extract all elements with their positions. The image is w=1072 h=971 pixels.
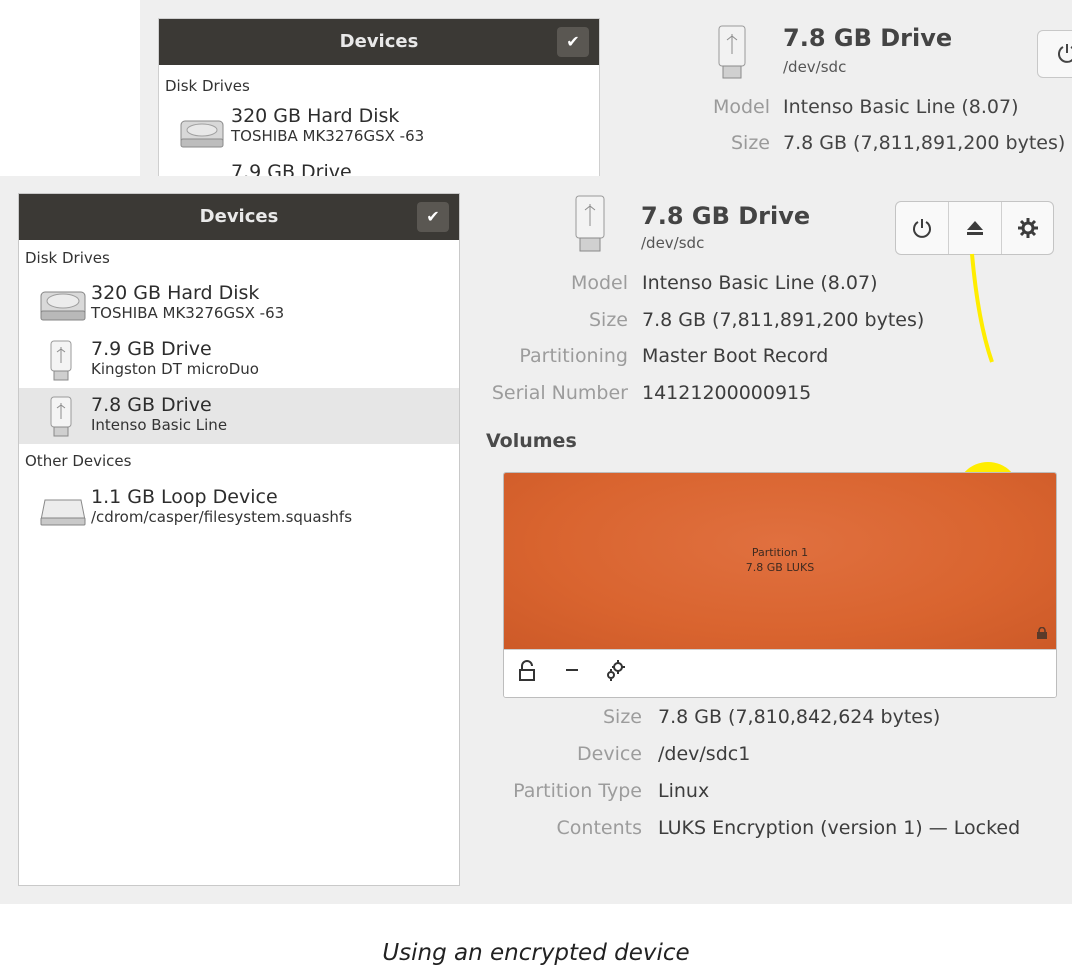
select-mode-button[interactable]: ✔ (417, 202, 449, 232)
model-value: Intenso Basic Line (8.07) (642, 272, 878, 294)
partition-type-label: Partition Type (513, 780, 642, 802)
bg-hard-disk-icon (179, 117, 225, 155)
drive-action-buttons (895, 201, 1054, 255)
device-item-hard-disk[interactable]: 320 GB Hard Disk TOSHIBA MK3276GSX -63 (19, 276, 459, 332)
serial-number-label: Serial Number (491, 382, 628, 404)
sidebar-title: Devices (199, 206, 279, 227)
disks-window: Devices ✔ Disk Drives 320 GB Hard Disk T… (0, 176, 1072, 904)
loop-device-icon (39, 488, 87, 532)
check-icon: ✔ (426, 207, 440, 226)
power-icon (913, 219, 931, 238)
eject-button[interactable] (949, 202, 1001, 254)
bg-model-label: Model (712, 96, 770, 118)
minus-icon (566, 669, 578, 671)
drive-settings-button[interactable] (1002, 202, 1054, 254)
bg-sidebar: Devices ✔ Disk Drives 320 GB Hard Disk T… (158, 18, 600, 176)
partition-description: 7.8 GB LUKS (745, 561, 815, 574)
sidebar-header: Devices ✔ (19, 194, 459, 240)
device-item-loop[interactable]: 1.1 GB Loop Device /cdrom/casper/filesys… (19, 480, 459, 536)
bg-power-button (1037, 30, 1072, 78)
model-label: Model (570, 272, 628, 294)
volume-map: Partition 1 7.8 GB LUKS (503, 472, 1057, 698)
device-subtitle: /cdrom/casper/filesystem.squashfs (91, 508, 353, 526)
usb-drive-icon (49, 396, 73, 442)
bg-drive-path: /dev/sdc (783, 58, 847, 76)
hard-disk-icon (39, 284, 87, 328)
power-off-button[interactable] (896, 202, 948, 254)
partition-1-block[interactable]: Partition 1 7.8 GB LUKS (504, 473, 1056, 649)
callout-line (970, 253, 994, 363)
device-subtitle: TOSHIBA MK3276GSX -63 (91, 304, 285, 322)
bg-sidebar-header: Devices ✔ (159, 19, 599, 65)
usb-drive-icon (49, 340, 73, 386)
vol-device-label: Device (577, 743, 642, 765)
device-title: 1.1 GB Loop Device (91, 486, 278, 508)
unlock-button[interactable] (518, 660, 536, 686)
bg-size-label: Size (730, 132, 770, 154)
devices-sidebar: Devices ✔ Disk Drives 320 GB Hard Disk T… (18, 193, 460, 886)
device-title: 7.9 GB Drive (91, 338, 212, 360)
bg-drive-title: 7.8 GB Drive (783, 24, 953, 52)
figure-caption: Using an encrypted device (382, 940, 690, 966)
section-disk-drives: Disk Drives (25, 249, 110, 267)
device-title: 7.8 GB Drive (91, 394, 212, 416)
background-window: Devices ✔ Disk Drives 320 GB Hard Disk T… (140, 0, 1072, 176)
bg-section-disk-drives: Disk Drives (165, 77, 250, 95)
device-item-intenso[interactable]: 7.8 GB Drive Intenso Basic Line (19, 388, 459, 444)
device-title: 320 GB Hard Disk (91, 282, 260, 304)
contents-label: Contents (556, 817, 642, 839)
gears-icon (607, 660, 625, 681)
vol-device-value: /dev/sdc1 (658, 743, 751, 765)
delete-partition-button[interactable] (564, 656, 580, 686)
bg-sidebar-title: Devices (339, 31, 419, 52)
bg-device-item-usb: 7.9 GB Drive (231, 161, 352, 176)
vol-size-value: 7.8 GB (7,810,842,624 bytes) (658, 706, 941, 728)
bg-device-item-hard-disk: 320 GB Hard Disk TOSHIBA MK3276GSX -63 (231, 105, 425, 145)
device-item-kingston[interactable]: 7.9 GB Drive Kingston DT microDuo (19, 332, 459, 388)
gear-icon (1018, 218, 1038, 238)
volume-toolbar (504, 649, 1056, 697)
unlock-icon (519, 660, 535, 681)
eject-icon (967, 221, 983, 235)
partition-settings-button[interactable] (604, 658, 628, 686)
usb-drive-icon (572, 194, 608, 258)
bg-usb-drive-icon (715, 24, 749, 84)
device-subtitle: Kingston DT microDuo (91, 360, 259, 378)
bg-model-value: Intenso Basic Line (8.07) (783, 96, 1019, 118)
partitioning-value: Master Boot Record (642, 345, 829, 367)
device-subtitle: Intenso Basic Line (91, 416, 228, 434)
volumes-heading: Volumes (486, 430, 577, 452)
drive-path: /dev/sdc (641, 234, 705, 252)
contents-value: LUKS Encryption (version 1) — Locked (658, 817, 1021, 839)
bg-power-icon (1058, 44, 1072, 63)
drive-title: 7.8 GB Drive (641, 202, 811, 230)
partitioning-label: Partitioning (519, 345, 628, 367)
lock-icon (1036, 624, 1048, 643)
size-label: Size (588, 309, 628, 331)
partition-type-value: Linux (658, 780, 710, 802)
bg-size-value: 7.8 GB (7,811,891,200 bytes) (783, 132, 1066, 154)
bg-check-icon: ✔ (557, 27, 589, 57)
section-other-devices: Other Devices (25, 452, 132, 470)
size-value: 7.8 GB (7,811,891,200 bytes) (642, 309, 925, 331)
serial-number-value: 14121200000915 (642, 382, 812, 404)
partition-name: Partition 1 (751, 546, 809, 559)
vol-size-label: Size (602, 706, 642, 728)
